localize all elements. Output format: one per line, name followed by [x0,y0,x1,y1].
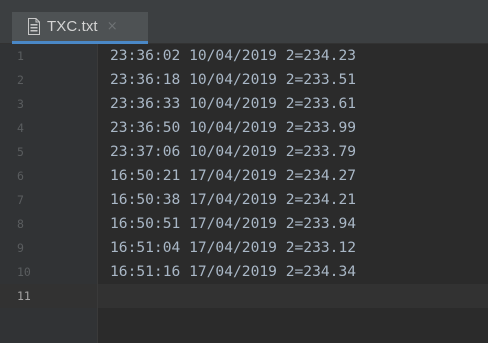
editor-line[interactable]: 8 16:50:51 17/04/2019 2=233.94 [0,212,488,236]
editor-line-current[interactable]: 11 [0,284,488,308]
line-text[interactable]: 16:50:38 17/04/2019 2=234.21 [98,188,488,212]
close-icon[interactable]: × [107,20,118,33]
line-text[interactable] [98,284,488,308]
editor-line[interactable]: 4 23:36:50 10/04/2019 2=233.99 [0,116,488,140]
tab-bar: TXC.txt × [0,0,488,44]
line-number: 11 [0,284,97,308]
text-file-icon [28,18,40,35]
line-text[interactable]: 23:36:33 10/04/2019 2=233.61 [98,92,488,116]
editor-line[interactable]: 1 23:36:02 10/04/2019 2=234.23 [0,44,488,68]
editor-line[interactable]: 5 23:37:06 10/04/2019 2=233.79 [0,140,488,164]
line-text[interactable]: 23:36:18 10/04/2019 2=233.51 [98,68,488,92]
line-number: 8 [17,217,24,231]
line-number: 6 [17,169,24,183]
line-text[interactable]: 16:51:04 17/04/2019 2=233.12 [98,236,488,260]
line-number: 1 [17,49,24,63]
editor-window: TXC.txt × 1 23:36:02 10/04/2019 2=234.23… [0,0,488,343]
editor-line[interactable]: 6 16:50:21 17/04/2019 2=234.27 [0,164,488,188]
line-text[interactable]: 23:37:06 10/04/2019 2=233.79 [98,140,488,164]
editor-line[interactable]: 2 23:36:18 10/04/2019 2=233.51 [0,68,488,92]
tab-filename: TXC.txt [47,18,98,35]
editor-line[interactable]: 7 16:50:38 17/04/2019 2=234.21 [0,188,488,212]
line-text[interactable]: 16:51:16 17/04/2019 2=234.34 [98,260,488,284]
editor-line[interactable]: 9 16:51:04 17/04/2019 2=233.12 [0,236,488,260]
line-number: 2 [17,73,24,87]
line-text[interactable]: 23:36:02 10/04/2019 2=234.23 [98,44,488,68]
line-text[interactable]: 16:50:21 17/04/2019 2=234.27 [98,164,488,188]
line-number: 10 [17,265,31,279]
line-number: 7 [17,193,24,207]
line-number: 5 [17,145,24,159]
line-text[interactable]: 16:50:51 17/04/2019 2=233.94 [98,212,488,236]
line-number: 4 [17,121,24,135]
text-editor[interactable]: 1 23:36:02 10/04/2019 2=234.23 2 23:36:1… [0,44,488,343]
line-text[interactable]: 23:36:50 10/04/2019 2=233.99 [98,116,488,140]
editor-line[interactable]: 3 23:36:33 10/04/2019 2=233.61 [0,92,488,116]
line-number: 3 [17,97,24,111]
editor-line[interactable]: 10 16:51:16 17/04/2019 2=234.34 [0,260,488,284]
line-number: 9 [17,241,24,255]
tab-txc-txt[interactable]: TXC.txt × [12,12,148,44]
